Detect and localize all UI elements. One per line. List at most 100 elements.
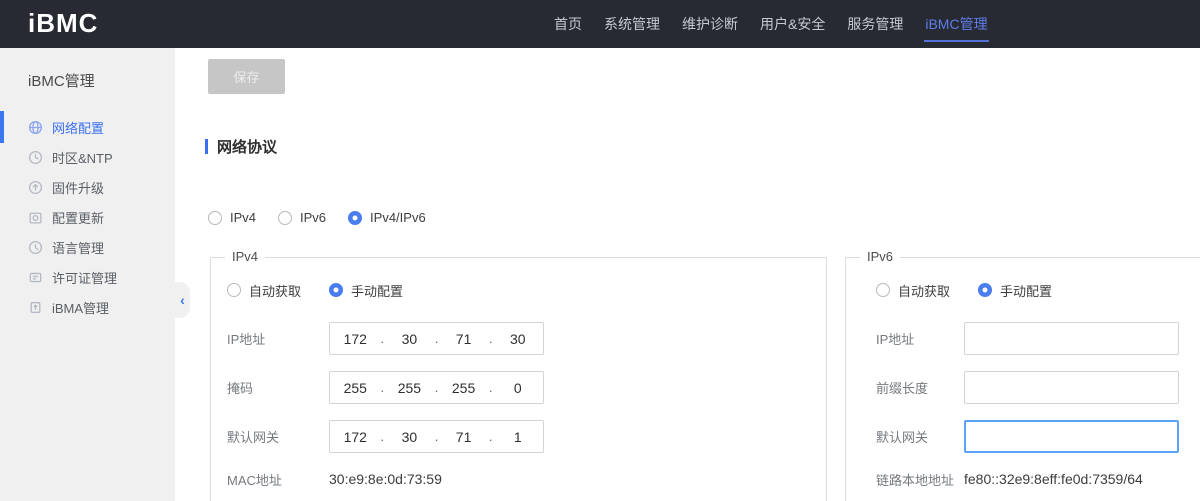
- radio-ipv6[interactable]: IPv6: [278, 210, 326, 225]
- ipv4-netmask-row: 掩码 255 . 255 . 255 . 0: [227, 371, 826, 404]
- radio-selected-icon: [978, 283, 992, 297]
- field-label: 掩码: [227, 378, 329, 397]
- radio-label: 手动配置: [1000, 281, 1052, 300]
- save-button[interactable]: 保存: [208, 59, 285, 94]
- ipv6-address-input[interactable]: [964, 322, 1179, 355]
- ipv4-ip-address-row: IP地址 172 . 30 . 71 . 30: [227, 322, 826, 355]
- sidebar: iBMC管理 网络配置 时区&NTP 固件升级 配置更新: [0, 48, 175, 501]
- radio-label: IPv4: [230, 210, 256, 225]
- radio-ipv4-manual[interactable]: 手动配置: [329, 281, 403, 300]
- radio-unselected-icon: [876, 283, 890, 297]
- config-update-icon: [28, 210, 43, 225]
- link-local-address-value: fe80::32e9:8eff:fe0d:7359/64: [964, 471, 1143, 487]
- radio-selected-icon: [348, 211, 362, 225]
- sidebar-collapse-button[interactable]: ‹: [175, 282, 190, 318]
- nav-item-user-security[interactable]: 用户&安全: [749, 0, 836, 48]
- language-icon: [28, 240, 43, 255]
- firmware-upgrade-icon: [28, 180, 43, 195]
- radio-label: 手动配置: [351, 281, 403, 300]
- top-navigation: 首页 系统管理 维护诊断 用户&安全 服务管理 iBMC管理: [543, 0, 999, 48]
- nav-item-service-management[interactable]: 服务管理: [836, 0, 914, 48]
- radio-ipv6-manual[interactable]: 手动配置: [978, 281, 1052, 300]
- sidebar-item-firmware-upgrade[interactable]: 固件升级: [0, 172, 175, 202]
- ip-segment[interactable]: 172: [330, 331, 381, 347]
- nav-item-system-management[interactable]: 系统管理: [593, 0, 671, 48]
- radio-unselected-icon: [208, 211, 222, 225]
- radio-ipv4[interactable]: IPv4: [208, 210, 256, 225]
- ip-segment[interactable]: 255: [384, 380, 435, 396]
- sidebar-menu: 网络配置 时区&NTP 固件升级 配置更新 语言管理: [0, 112, 175, 322]
- sidebar-item-label: 语言管理: [52, 238, 104, 257]
- sidebar-item-label: 网络配置: [52, 118, 104, 137]
- timezone-clock-icon: [28, 150, 43, 165]
- field-label: IP地址: [227, 329, 329, 348]
- mac-address-value: 30:e9:8e:0d:73:59: [329, 471, 442, 487]
- sidebar-title: iBMC管理: [0, 48, 175, 91]
- ipv6-prefix-length-row: 前缀长度: [876, 371, 1200, 404]
- sidebar-item-network-config[interactable]: 网络配置: [0, 112, 175, 142]
- sidebar-item-timezone-ntp[interactable]: 时区&NTP: [0, 142, 175, 172]
- sidebar-item-language-management[interactable]: 语言管理: [0, 232, 175, 262]
- ip-segment[interactable]: 172: [330, 429, 381, 445]
- ip-segment[interactable]: 30: [384, 429, 435, 445]
- ipv6-link-local-row: 链路本地地址 fe80::32e9:8eff:fe0d:7359/64: [876, 469, 1200, 489]
- ipv6-panel: IPv6 自动获取 手动配置 IP地址 前缀长度: [845, 257, 1200, 501]
- main-content: 保存 网络协议 IPv4 IPv6 IPv4/IPv6 IPv4 自动获取: [175, 48, 1200, 501]
- sidebar-item-ibma-management[interactable]: iBMA管理: [0, 292, 175, 322]
- radio-ipv4-ipv6[interactable]: IPv4/IPv6: [348, 210, 426, 225]
- protocol-radio-group: IPv4 IPv6 IPv4/IPv6: [208, 210, 426, 225]
- sidebar-item-label: iBMA管理: [52, 298, 109, 317]
- radio-ipv4-auto[interactable]: 自动获取: [227, 281, 301, 300]
- ip-segment[interactable]: 71: [438, 429, 489, 445]
- ip-segment[interactable]: 255: [330, 380, 381, 396]
- radio-unselected-icon: [227, 283, 241, 297]
- ibma-icon: [28, 300, 43, 315]
- sidebar-item-label: 固件升级: [52, 178, 104, 197]
- ipv4-gateway-row: 默认网关 172 . 30 . 71 . 1: [227, 420, 826, 453]
- ipv4-gateway-input[interactable]: 172 . 30 . 71 . 1: [329, 420, 544, 453]
- ipv4-netmask-input[interactable]: 255 . 255 . 255 . 0: [329, 371, 544, 404]
- radio-label: 自动获取: [898, 281, 950, 300]
- sidebar-item-license-management[interactable]: 许可证管理: [0, 262, 175, 292]
- ip-segment[interactable]: 30: [492, 331, 543, 347]
- ipv6-prefix-length-input[interactable]: [964, 371, 1179, 404]
- radio-ipv6-auto[interactable]: 自动获取: [876, 281, 950, 300]
- ipv4-mode-radio-group: 自动获取 手动配置: [227, 280, 826, 300]
- ipv6-mode-radio-group: 自动获取 手动配置: [876, 280, 1200, 300]
- radio-label: 自动获取: [249, 281, 301, 300]
- globe-icon: [28, 120, 43, 135]
- ip-segment[interactable]: 1: [492, 429, 543, 445]
- section-header: 网络协议: [205, 136, 277, 157]
- ipv4-panel-legend: IPv4: [225, 249, 265, 264]
- sidebar-item-config-update[interactable]: 配置更新: [0, 202, 175, 232]
- ipv6-ip-address-row: IP地址: [876, 322, 1200, 355]
- ipv4-address-input[interactable]: 172 . 30 . 71 . 30: [329, 322, 544, 355]
- ip-segment[interactable]: 255: [438, 380, 489, 396]
- section-accent-bar: [205, 139, 208, 154]
- topbar: iBMC 首页 系统管理 维护诊断 用户&安全 服务管理 iBMC管理: [0, 0, 1200, 48]
- radio-label: IPv4/IPv6: [370, 210, 426, 225]
- page-title: 网络协议: [217, 136, 277, 157]
- ipv6-gateway-input[interactable]: [964, 420, 1179, 453]
- field-label: IP地址: [876, 329, 964, 348]
- radio-selected-icon: [329, 283, 343, 297]
- license-icon: [28, 270, 43, 285]
- sidebar-item-label: 配置更新: [52, 208, 104, 227]
- ip-segment[interactable]: 71: [438, 331, 489, 347]
- ipv6-panel-legend: IPv6: [860, 249, 900, 264]
- ipv4-panel: IPv4 自动获取 手动配置 IP地址 172 . 30 .: [210, 257, 827, 501]
- sidebar-item-label: 许可证管理: [52, 268, 117, 287]
- field-label: 链路本地地址: [876, 470, 964, 489]
- field-label: 前缀长度: [876, 378, 964, 397]
- nav-item-ibmc-management[interactable]: iBMC管理: [914, 0, 998, 48]
- radio-unselected-icon: [278, 211, 292, 225]
- ip-segment[interactable]: 30: [384, 331, 435, 347]
- field-label: MAC地址: [227, 470, 329, 489]
- sidebar-item-label: 时区&NTP: [52, 148, 113, 167]
- radio-label: IPv6: [300, 210, 326, 225]
- nav-item-maintenance-diagnosis[interactable]: 维护诊断: [671, 0, 749, 48]
- app-logo: iBMC: [28, 8, 98, 39]
- field-label: 默认网关: [227, 427, 329, 446]
- nav-item-home[interactable]: 首页: [543, 0, 593, 48]
- ip-segment[interactable]: 0: [492, 380, 543, 396]
